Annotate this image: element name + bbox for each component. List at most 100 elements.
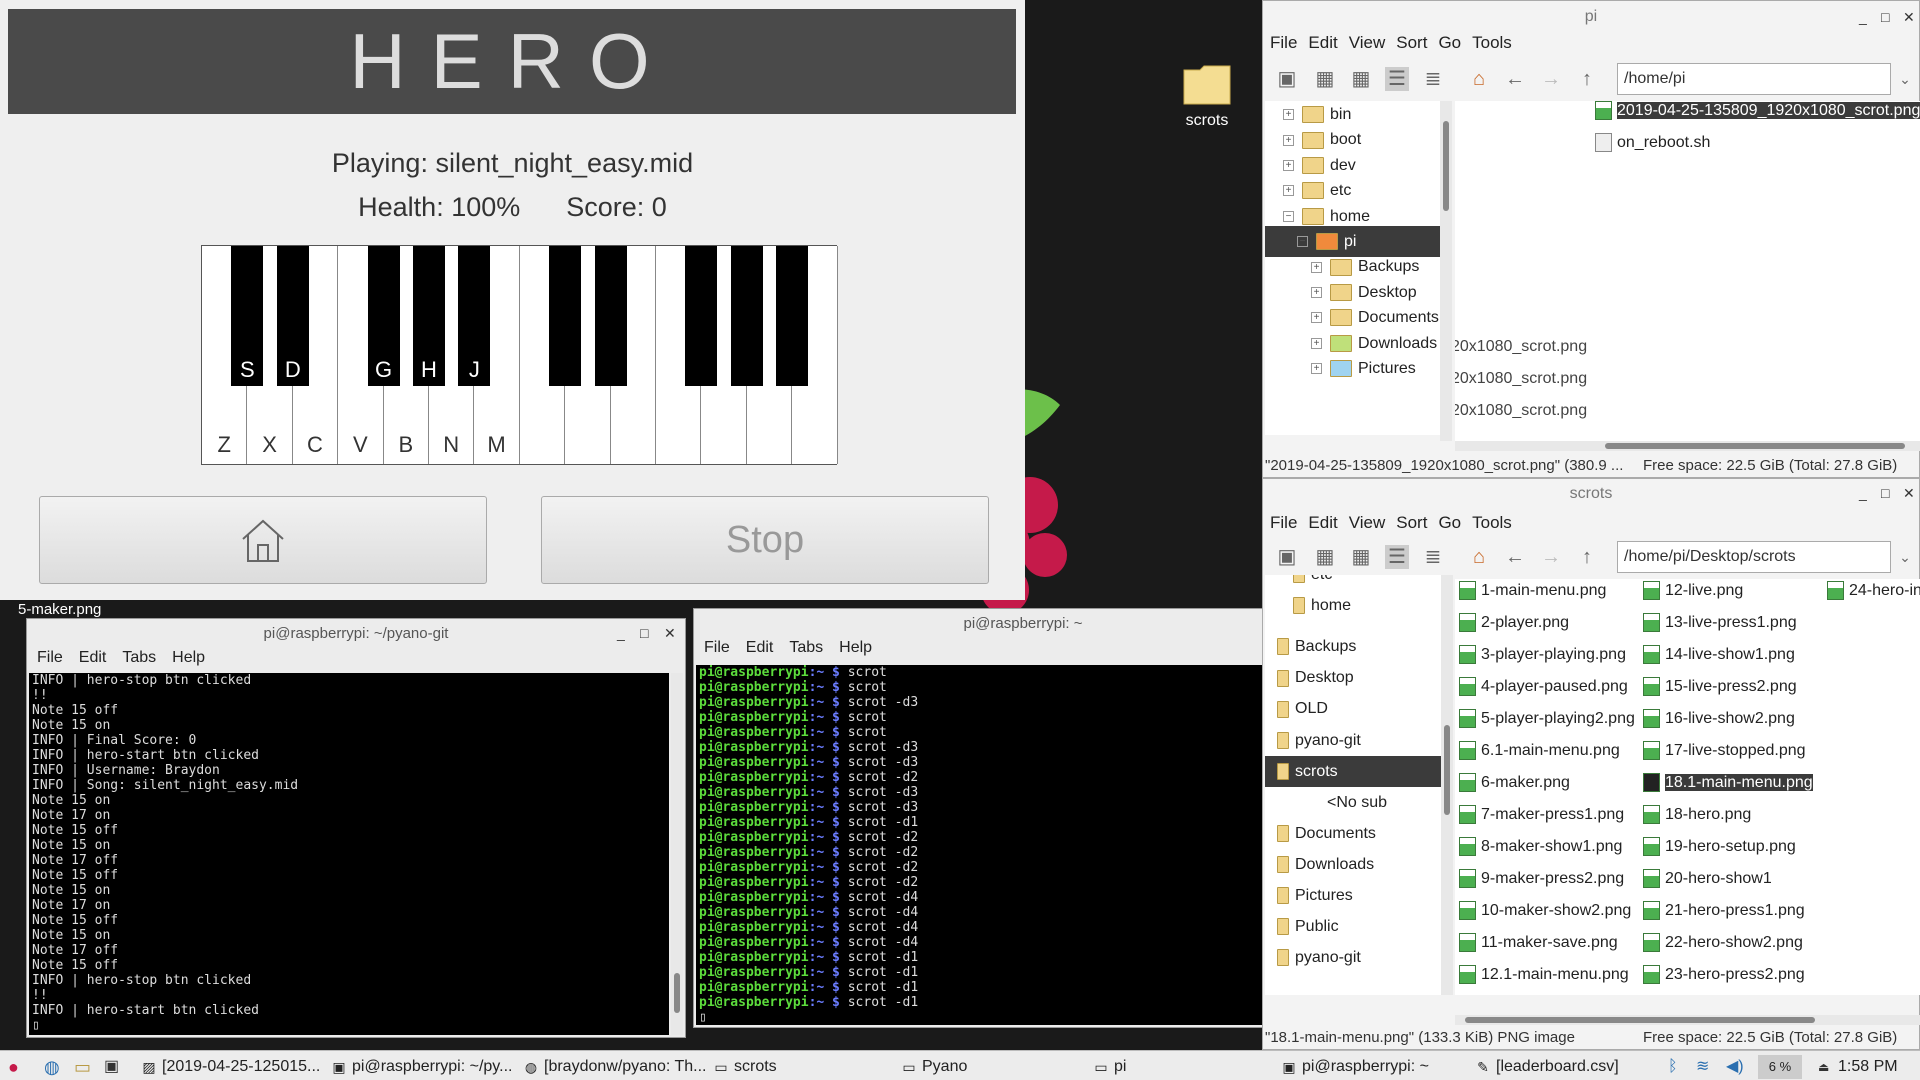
list-view-icon[interactable]: ≣ [1421, 545, 1445, 569]
menu-help[interactable]: Help [839, 639, 872, 656]
piano-black-key[interactable] [549, 246, 582, 386]
list-view-icon[interactable]: ≣ [1421, 67, 1445, 91]
file-item[interactable]: 8-maker-show1.png [1459, 833, 1622, 861]
menu-sort[interactable]: Sort [1396, 33, 1427, 52]
taskbar-task[interactable]: ▣ pi@raspberrypi: ~/py... [330, 1055, 515, 1079]
file-item[interactable]: 19-hero-setup.png [1643, 833, 1796, 861]
new-window-icon[interactable]: ▣ [1275, 545, 1299, 569]
tree-item[interactable]: + Pictures [1265, 353, 1440, 384]
file-item[interactable]: 12.1-main-menu.png [1459, 961, 1629, 989]
menu-help[interactable]: Help [172, 649, 205, 666]
file-item[interactable]: 21-hero-press1.png [1643, 897, 1805, 925]
tree-item[interactable]: Desktop [1265, 662, 1441, 693]
expander-icon[interactable]: + [1283, 109, 1294, 121]
file-manager-launcher-icon[interactable]: ▭ [74, 1055, 91, 1079]
thumbnail-view-icon[interactable]: ▦ [1349, 545, 1373, 569]
back-icon[interactable]: ← [1503, 545, 1527, 569]
piano-black-key[interactable]: H [413, 246, 445, 386]
maximize-icon[interactable]: □ [640, 625, 648, 641]
tree-item[interactable]: Documents [1265, 818, 1441, 849]
file-item[interactable]: on_reboot.sh [1595, 129, 1710, 157]
piano-black-key[interactable] [594, 246, 627, 386]
file-item[interactable]: 10-maker-show2.png [1459, 897, 1631, 925]
scrollbar[interactable] [671, 673, 683, 1035]
file-item[interactable]: 11-maker-save.png [1459, 929, 1618, 957]
minimize-icon[interactable]: _ [1859, 9, 1867, 25]
tree-scrollbar[interactable] [1441, 575, 1453, 995]
file-item[interactable]: 23-hero-press2.png [1643, 961, 1805, 989]
chevron-down-icon[interactable]: ⌄ [1893, 545, 1917, 569]
close-icon[interactable]: ✕ [664, 625, 676, 642]
taskbar-task[interactable]: ▨ [2019-04-25-125015... [140, 1055, 325, 1079]
tree-item[interactable]: <No sub [1265, 787, 1441, 818]
file-item[interactable]: 14-live-show1.png [1643, 641, 1795, 669]
back-icon[interactable]: ← [1503, 67, 1527, 91]
file-item[interactable]: 20-hero-show1 [1643, 865, 1772, 893]
file-item[interactable]: 18.1-main-menu.png [1643, 769, 1813, 797]
piano-black-key[interactable] [730, 246, 763, 386]
menu-view[interactable]: View [1349, 33, 1386, 52]
file-item[interactable]: 2019-04-25-135809_1920x1080_scrot.png [1595, 101, 1920, 125]
taskbar-task[interactable]: ▭ pi [1092, 1055, 1277, 1079]
file-item[interactable]: 6.1-main-menu.png [1459, 737, 1620, 765]
menu-go[interactable]: Go [1438, 33, 1461, 52]
tree-item[interactable]: Pictures [1265, 880, 1441, 911]
file-item[interactable]: 18-hero.png [1643, 801, 1751, 829]
expander-icon[interactable]: + [1311, 261, 1322, 273]
home-button[interactable] [39, 496, 487, 584]
tree-item[interactable]: OLD [1265, 693, 1441, 724]
clock[interactable]: 1:58 PM [1838, 1055, 1898, 1079]
wifi-icon[interactable]: ≋ [1696, 1055, 1709, 1079]
minimize-icon[interactable]: _ [1859, 485, 1867, 501]
forward-icon[interactable]: → [1539, 67, 1563, 91]
menu-file[interactable]: File [704, 639, 730, 656]
file-item[interactable]: 1-main-menu.png [1459, 579, 1606, 605]
path-input[interactable]: /home/pi/Desktop/scrots [1617, 541, 1891, 573]
menu-file[interactable]: File [37, 649, 63, 666]
desktop-icon-scrots[interactable]: scrots [1172, 62, 1242, 130]
menu-tools[interactable]: Tools [1472, 513, 1512, 532]
file-item[interactable]: 5-player-playing2.png [1459, 705, 1635, 733]
volume-icon[interactable]: ◀) [1726, 1055, 1744, 1079]
menu-sort[interactable]: Sort [1396, 513, 1427, 532]
piano-black-key[interactable]: G [367, 246, 400, 386]
expander-icon[interactable]: − [1283, 210, 1294, 222]
tree-item[interactable]: pyano-git [1265, 942, 1441, 973]
expander-icon[interactable]: + [1311, 287, 1322, 299]
file-item[interactable]: 17-live-stopped.png [1643, 737, 1806, 765]
file-item[interactable]: 9-maker-press2.png [1459, 865, 1624, 893]
piano-keyboard[interactable]: Z X C V B N M S D G H J [201, 245, 838, 465]
menu-edit[interactable]: Edit [79, 649, 107, 666]
expander-icon[interactable]: + [1311, 337, 1322, 349]
file-item[interactable]: 13-live-press1.png [1643, 609, 1797, 637]
piano-black-key[interactable]: J [458, 246, 491, 386]
file-item[interactable]: 22-hero-show2.png [1643, 929, 1803, 957]
expander-icon[interactable]: + [1283, 134, 1294, 146]
file-item[interactable]: 24-hero-in [1827, 579, 1920, 605]
up-icon[interactable]: ↑ [1575, 67, 1599, 91]
stop-button[interactable]: Stop [541, 496, 989, 584]
menu-tools[interactable]: Tools [1472, 33, 1512, 52]
terminal-output[interactable]: INFO | hero-stop btn clicked!! Note 15 of… [29, 673, 669, 1035]
taskbar-task[interactable]: ▭ scrots [712, 1055, 897, 1079]
horizontal-scrollbar[interactable] [1455, 441, 1920, 451]
taskbar-task[interactable]: ▭ Pyano [900, 1055, 1085, 1079]
close-icon[interactable]: ✕ [1903, 485, 1915, 502]
menu-edit[interactable]: Edit [1308, 513, 1337, 532]
expander-icon[interactable]: + [1283, 160, 1294, 172]
taskbar-task[interactable]: ◍ [braydonw/pyano: Th... [522, 1055, 707, 1079]
file-item[interactable]: 6-maker.png [1459, 769, 1570, 797]
menu-tabs[interactable]: Tabs [789, 639, 823, 656]
tree-item[interactable]: etc [1265, 575, 1441, 590]
file-item[interactable]: 15-live-press2.png [1643, 673, 1797, 701]
terminal-output[interactable]: pi@raspberrypi:~ $ scrot pi@raspberrypi:~… [696, 665, 1340, 1025]
menu-file[interactable]: File [1270, 513, 1297, 532]
file-item[interactable]: 12-live.png [1643, 579, 1743, 605]
expander-icon[interactable]: + [1311, 312, 1322, 324]
home-folder-icon[interactable]: ⌂ [1467, 545, 1491, 569]
tree-item[interactable]: home [1265, 590, 1441, 621]
piano-black-key[interactable]: D [276, 246, 309, 386]
tree-item[interactable]: Downloads [1265, 849, 1441, 880]
menu-view[interactable]: View [1349, 513, 1386, 532]
browser-launcher-icon[interactable]: ◍ [44, 1055, 60, 1079]
